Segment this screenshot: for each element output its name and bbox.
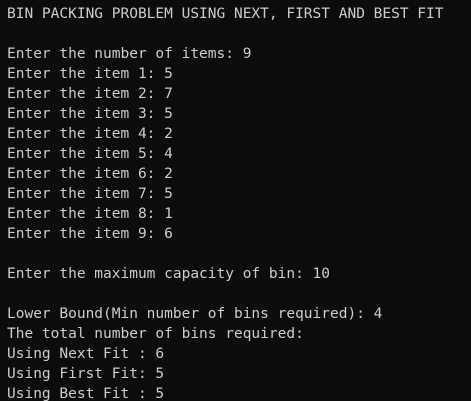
item-input-line: Enter the item 1: 5 <box>7 66 173 82</box>
best-fit-result: Using Best Fit : 5 <box>7 386 165 401</box>
item-input-line: Enter the item 4: 2 <box>7 126 173 142</box>
item-input-line: Enter the item 6: 2 <box>7 166 173 182</box>
item-input-line: Enter the item 3: 5 <box>7 106 173 122</box>
console-output: BIN PACKING PROBLEM USING NEXT, FIRST AN… <box>0 0 471 401</box>
num-items-prompt: Enter the number of items: 9 <box>7 46 252 62</box>
item-input-line: Enter the item 2: 7 <box>7 86 173 102</box>
program-title: BIN PACKING PROBLEM USING NEXT, FIRST AN… <box>7 6 444 22</box>
item-input-line: Enter the item 5: 4 <box>7 146 173 162</box>
next-fit-result: Using Next Fit : 6 <box>7 346 165 362</box>
total-bins-header: The total number of bins required: <box>7 326 304 342</box>
first-fit-result: Using First Fit: 5 <box>7 366 165 382</box>
item-input-line: Enter the item 9: 6 <box>7 226 173 242</box>
item-input-line: Enter the item 7: 5 <box>7 186 173 202</box>
capacity-prompt: Enter the maximum capacity of bin: 10 <box>7 266 331 282</box>
lower-bound-output: Lower Bound(Min number of bins required)… <box>7 306 383 322</box>
item-input-line: Enter the item 8: 1 <box>7 206 173 222</box>
